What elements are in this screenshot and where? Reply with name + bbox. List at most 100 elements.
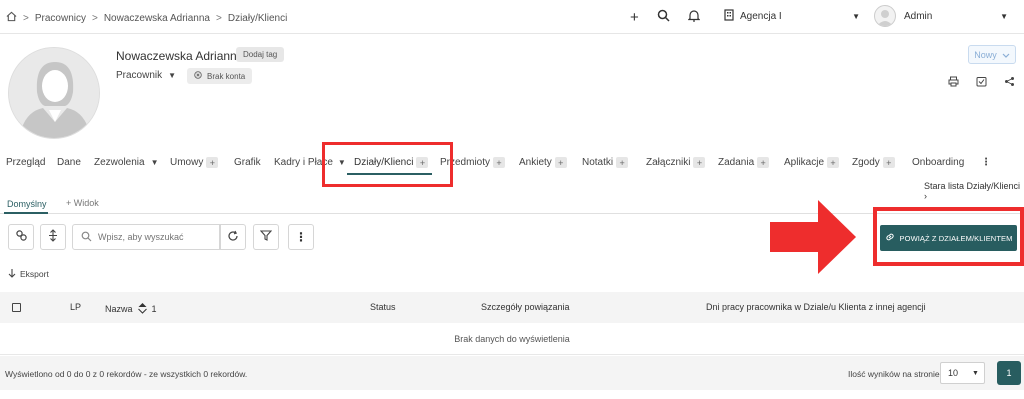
link-to-department-button[interactable]: POWIĄŻ Z DZIAŁEM/KLIENTEM <box>880 225 1017 251</box>
more-icon[interactable]: ⋮ <box>981 157 991 168</box>
breadcrumb-item-employee[interactable]: Nowaczewska Adrianna <box>104 13 210 24</box>
bell-icon[interactable] <box>687 9 701 25</box>
tab-label: Zezwolenia <box>94 157 145 168</box>
old-list-label: Stara lista Działy/Klienci <box>924 181 1021 191</box>
column-name-label: Nazwa <box>105 304 133 314</box>
print-icon[interactable] <box>948 76 959 90</box>
tab-label: Zadania <box>718 157 755 168</box>
link-button-label: POWIĄŻ Z DZIAŁEM/KLIENTEM <box>899 233 1013 243</box>
tab-applications[interactable]: Aplikacje + <box>784 157 840 168</box>
caret-down-icon: ▼ <box>150 158 159 167</box>
chevron-down-icon <box>1002 50 1010 60</box>
arrow-down-icon <box>8 268 16 280</box>
active-view-indicator <box>4 212 48 214</box>
tab-data[interactable]: Dane <box>57 157 81 168</box>
page-button-current[interactable]: 1 <box>997 361 1021 385</box>
empty-state: Brak danych do wyświetlenia <box>0 324 1024 355</box>
add-view-button[interactable]: + Widok <box>66 198 99 208</box>
tab-label: Grafik <box>234 157 261 168</box>
chevron-down-icon: ▼ <box>972 369 979 377</box>
tab-onboarding[interactable]: Onboarding <box>912 157 964 168</box>
status-dropdown[interactable]: Nowy <box>968 45 1016 64</box>
agency-select[interactable]: Agencja I ▼ <box>724 9 860 24</box>
breadcrumb-item-current: Działy/Klienci <box>227 12 288 24</box>
plus-icon[interactable]: + <box>554 157 567 168</box>
refresh-icon <box>227 230 239 245</box>
checklist-icon[interactable] <box>976 76 987 90</box>
tab-label: Umowy <box>170 157 204 168</box>
select-all-checkbox[interactable] <box>12 303 21 312</box>
table-footer: Wyświetlono od 0 do 0 z 0 rekordów - ze … <box>0 356 1024 390</box>
tab-bar: Przegląd Dane Zezwolenia ▼ Umowy + Grafik … <box>0 152 1024 174</box>
plus-icon[interactable]: + <box>693 157 706 168</box>
top-bar: > Pracownicy > Nowaczewska Adrianna > Dz… <box>0 0 1024 34</box>
column-name[interactable]: Nazwa 1 <box>105 302 157 316</box>
link-icon <box>15 229 28 245</box>
filter-icon <box>259 230 273 244</box>
tab-attachments[interactable]: Załączniki + <box>646 157 706 168</box>
tab-label: Notatki <box>582 157 614 168</box>
column-status[interactable]: Status <box>370 302 396 312</box>
building-icon <box>724 9 734 24</box>
tab-permits[interactable]: Zezwolenia ▼ <box>94 157 159 168</box>
role-select[interactable]: Pracownik ▼ <box>116 70 176 81</box>
tab-label: Przegląd <box>6 157 46 168</box>
employee-name: Nowaczewska Adrianna <box>116 49 244 63</box>
tab-tasks[interactable]: Zadania + <box>718 157 770 168</box>
tab-surveys[interactable]: Ankiety + <box>519 157 567 168</box>
plus-icon[interactable]: + <box>493 157 506 168</box>
breadcrumb-separator: > <box>23 12 29 24</box>
view-tabs: Domyślny + Widok <box>0 194 1024 214</box>
plus-icon[interactable]: + <box>882 157 895 168</box>
tab-label: Onboarding <box>912 157 965 168</box>
search-icon[interactable] <box>657 9 670 25</box>
filter-button[interactable] <box>253 224 279 250</box>
no-account-label: Brak konta <box>207 71 246 81</box>
refresh-button[interactable] <box>220 224 246 250</box>
tab-overview[interactable]: Przegląd <box>6 157 45 168</box>
kebab-icon: ⋮ <box>295 230 307 244</box>
view-tab-default[interactable]: Domyślny <box>7 199 47 209</box>
plus-icon[interactable]: + <box>206 157 219 168</box>
add-tag-button[interactable]: Dodaj tag <box>236 47 285 62</box>
status-label: Nowy <box>974 49 997 60</box>
tab-label: Aplikacje <box>784 157 825 168</box>
breadcrumb-separator: > <box>91 12 98 24</box>
tab-contracts[interactable]: Umowy + <box>170 157 219 168</box>
highlight-box-tab <box>322 142 453 187</box>
plus-icon[interactable]: + <box>757 157 770 168</box>
share-icon[interactable] <box>1004 76 1015 90</box>
sort-icon <box>137 302 148 316</box>
per-page-label: Ilość wyników na stronie <box>848 369 940 379</box>
records-info: Wyświetlono od 0 do 0 z 0 rekordów - ze … <box>5 369 248 379</box>
breadcrumb-item-employees[interactable]: Pracownicy <box>35 13 86 24</box>
tab-consents[interactable]: Zgody + <box>852 157 895 168</box>
plus-icon[interactable]: + <box>827 157 840 168</box>
plus-icon[interactable]: + <box>630 10 639 25</box>
column-work-days[interactable]: Dni pracy pracownika w Dziale/u Klienta … <box>706 302 926 312</box>
per-page-value: 10 <box>948 368 959 378</box>
chevron-down-icon: ▼ <box>852 12 860 21</box>
tab-label: Załączniki <box>646 157 691 168</box>
tab-label: Ankiety <box>519 157 552 168</box>
column-details[interactable]: Szczegóły powiązania <box>481 302 570 312</box>
search-icon <box>81 231 92 244</box>
chevron-down-icon: ▼ <box>168 71 177 80</box>
home-icon[interactable] <box>6 11 17 25</box>
per-page-select[interactable]: 10 ▼ <box>940 362 985 384</box>
chevron-down-icon: ▼ <box>1000 11 1008 21</box>
export-button[interactable]: Eksport <box>8 268 49 280</box>
more-options-button[interactable]: ⋮ <box>288 224 314 250</box>
user-menu[interactable]: Admin ▼ <box>874 5 1008 27</box>
plus-icon[interactable]: + <box>616 157 629 168</box>
row-height-button[interactable] <box>40 224 66 250</box>
circle-x-icon <box>194 71 202 81</box>
tab-schedule[interactable]: Grafik <box>234 157 261 168</box>
search-input[interactable] <box>98 232 213 242</box>
link-filter-button[interactable] <box>8 224 34 250</box>
expand-vertical-icon <box>48 229 58 245</box>
column-lp[interactable]: LP <box>70 302 81 312</box>
breadcrumb-separator: > <box>216 12 222 24</box>
sort-order: 1 <box>151 304 157 314</box>
tab-notes[interactable]: Notatki + <box>582 157 629 168</box>
